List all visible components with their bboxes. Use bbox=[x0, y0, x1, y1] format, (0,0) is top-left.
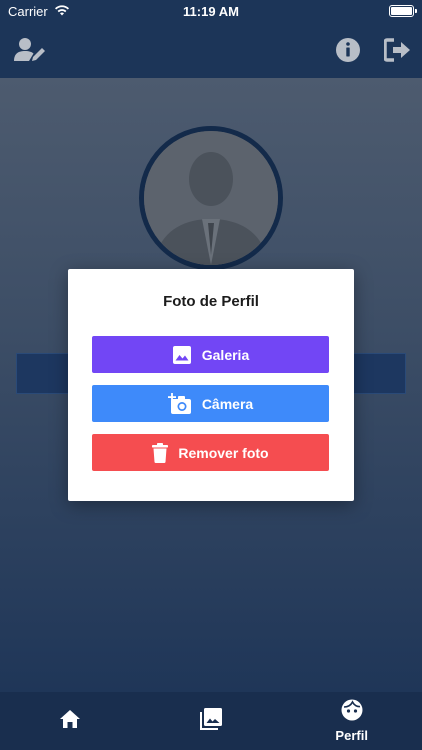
gallery-button[interactable]: Galeria bbox=[92, 336, 329, 373]
trash-icon bbox=[152, 442, 169, 463]
add-camera-icon bbox=[167, 392, 192, 415]
home-icon bbox=[59, 709, 81, 734]
logout-icon[interactable] bbox=[382, 36, 414, 64]
app-header bbox=[0, 22, 422, 78]
camera-label: Câmera bbox=[201, 395, 254, 412]
nav-item-home[interactable] bbox=[0, 692, 141, 750]
remove-photo-label: Remover foto bbox=[178, 444, 269, 461]
profile-photo-dialog: Foto de Perfil Galeria Câmera Remover fo… bbox=[68, 269, 354, 501]
nav-item-gallery[interactable] bbox=[141, 692, 282, 750]
status-left: Carrier bbox=[8, 4, 70, 19]
edit-profile-icon[interactable] bbox=[14, 36, 46, 64]
nav-item-profile[interactable]: Perfil bbox=[281, 692, 422, 750]
gallery-icon bbox=[200, 707, 222, 735]
gallery-label: Galeria bbox=[201, 346, 250, 363]
avatar[interactable] bbox=[139, 126, 283, 270]
carrier-label: Carrier bbox=[8, 3, 48, 19]
bottom-nav: Perfil bbox=[0, 692, 422, 750]
nav-label-profile: Perfil bbox=[335, 728, 368, 743]
battery-icon bbox=[389, 5, 417, 17]
remove-photo-button[interactable]: Remover foto bbox=[92, 434, 329, 471]
image-icon bbox=[172, 345, 192, 365]
camera-button[interactable]: Câmera bbox=[92, 385, 329, 422]
dialog-title: Foto de Perfil bbox=[163, 293, 259, 310]
status-bar: Carrier 11:19 AM bbox=[0, 0, 422, 22]
profile-face-icon bbox=[341, 699, 363, 726]
wifi-icon bbox=[54, 4, 70, 19]
info-icon[interactable] bbox=[332, 36, 364, 64]
